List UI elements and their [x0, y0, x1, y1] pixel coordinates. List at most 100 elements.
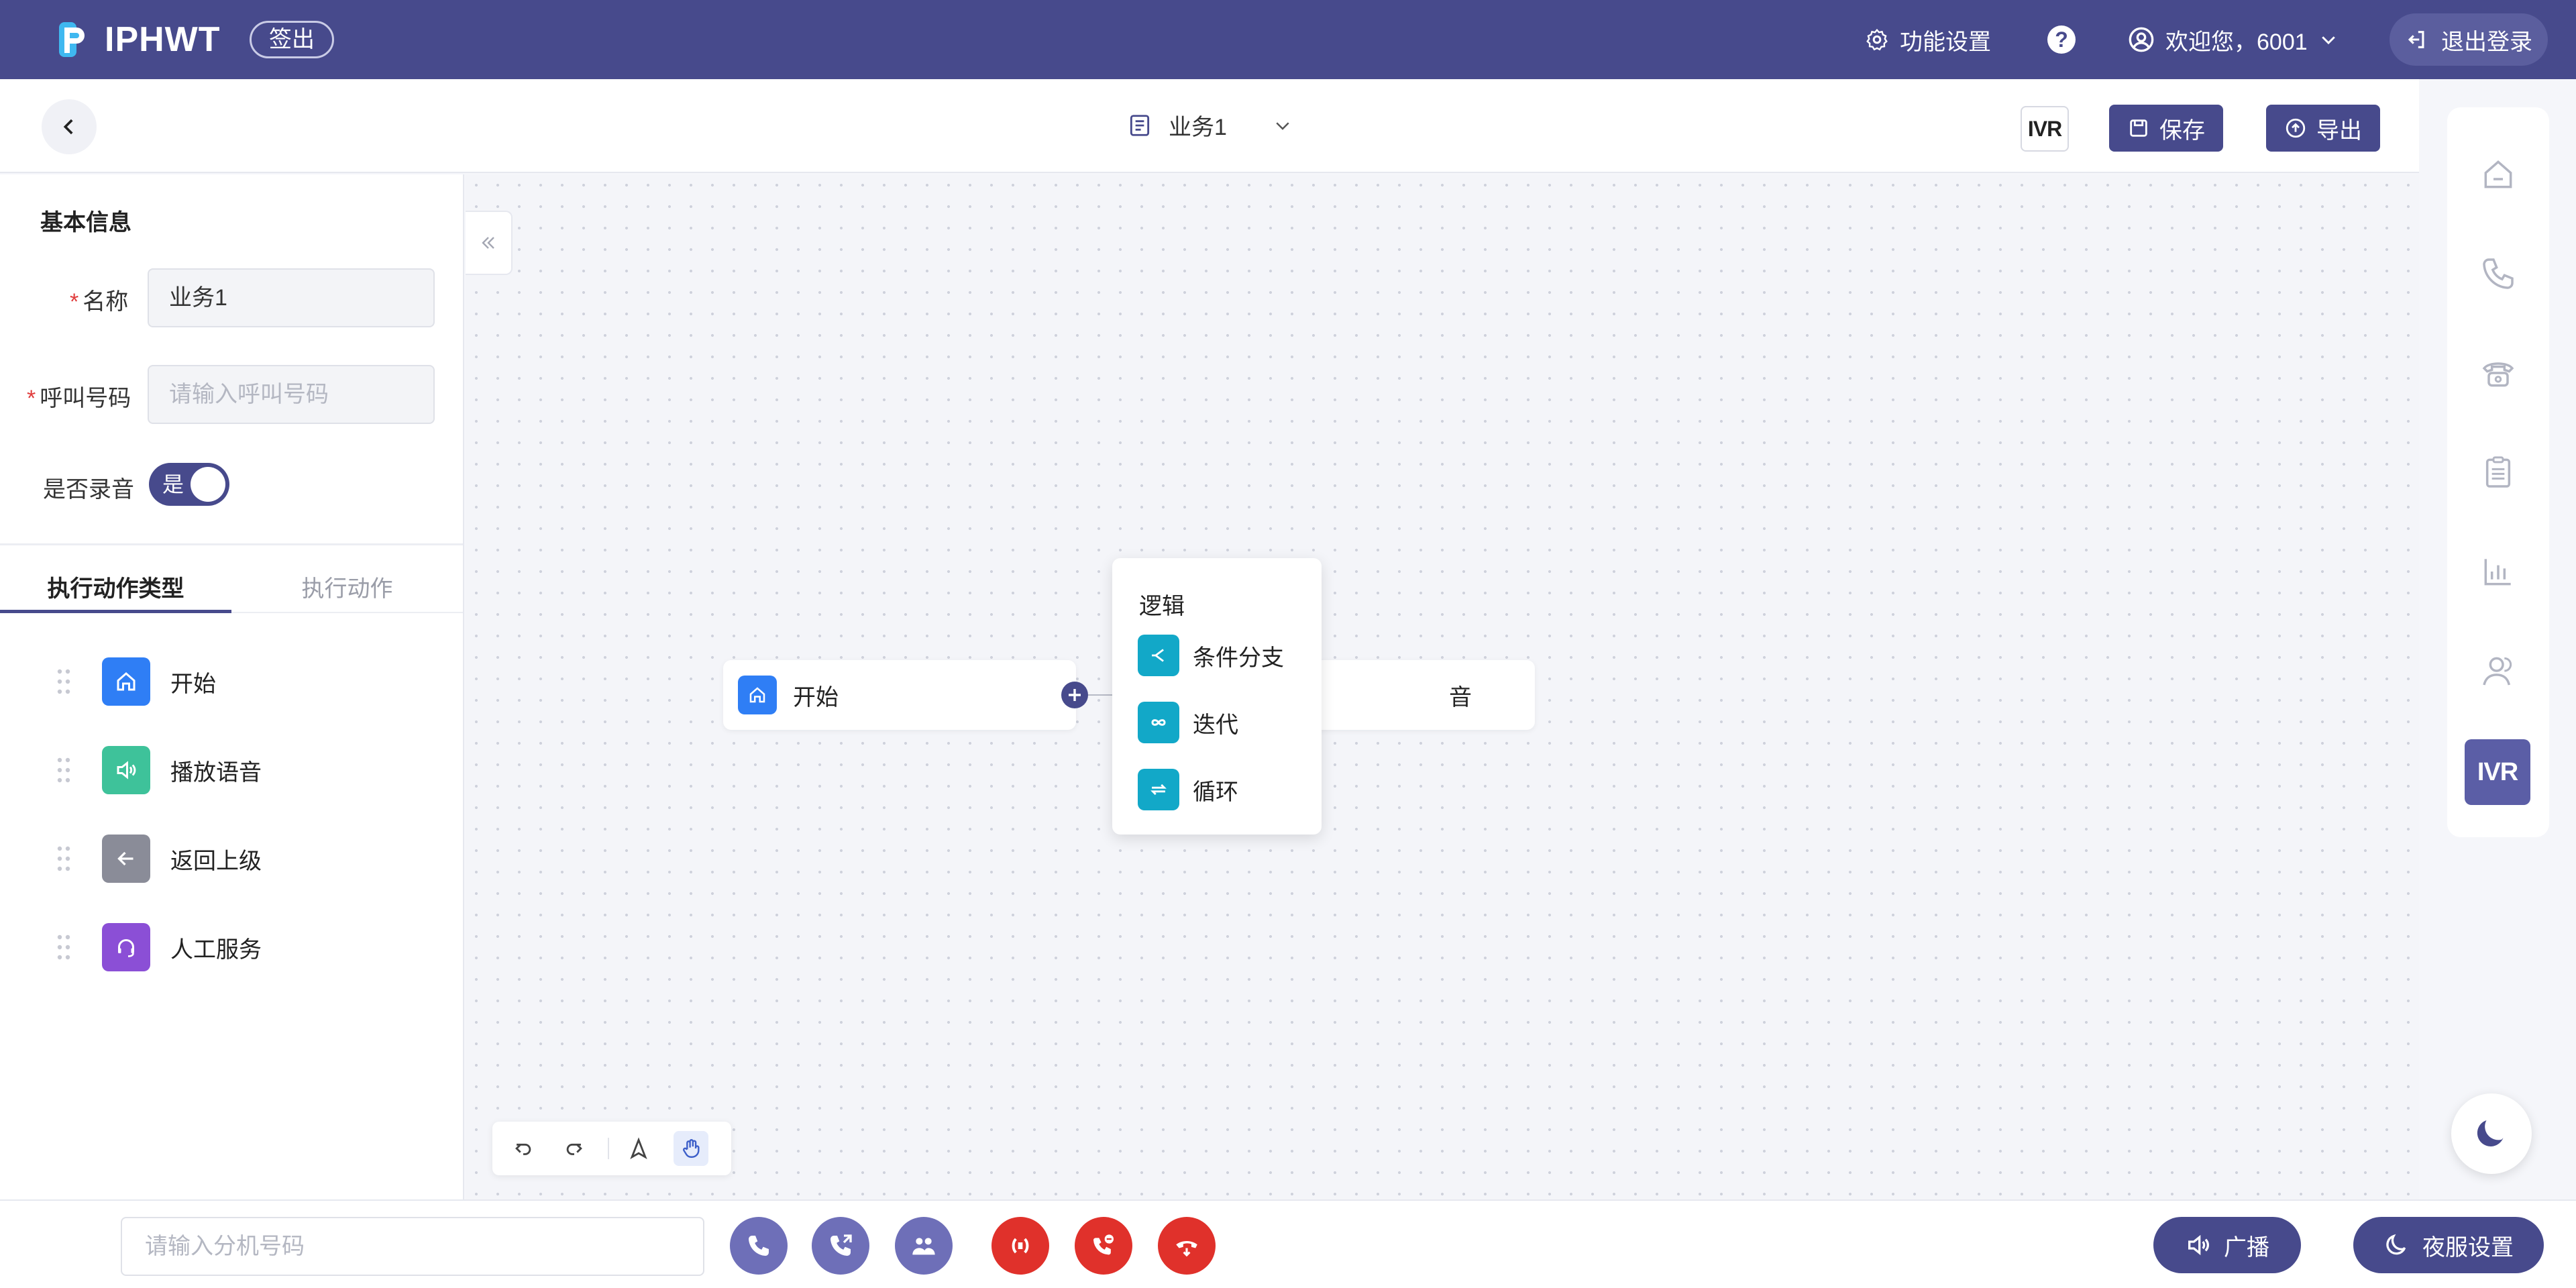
logout-label: 退出登录: [2441, 29, 2532, 55]
name-field[interactable]: 业务1: [148, 268, 435, 327]
hand-icon: [683, 1139, 700, 1158]
back-button[interactable]: [42, 99, 97, 154]
drag-handle-icon[interactable]: [56, 668, 71, 695]
export-button[interactable]: 导出: [2266, 105, 2380, 152]
clipboard-icon: [2485, 456, 2511, 488]
action-label: 开始: [170, 671, 216, 697]
popover-item-label: 条件分支: [1193, 645, 1284, 671]
record-toggle[interactable]: 是: [149, 463, 229, 506]
rail-reports-button[interactable]: [2475, 549, 2521, 594]
home-icon: [738, 676, 777, 714]
rail-home-button[interactable]: [2475, 152, 2521, 197]
node-label: 开始: [793, 684, 839, 710]
popover-item-branch[interactable]: 条件分支: [1138, 635, 1284, 676]
phone-icon: [749, 1236, 769, 1256]
speaker-icon: [2188, 1234, 2209, 1256]
hangup-button[interactable]: [1158, 1217, 1216, 1275]
rail-records-button[interactable]: [2475, 449, 2521, 495]
extension-input[interactable]: 请输入分机号码: [121, 1217, 704, 1276]
add-node-button[interactable]: [1061, 682, 1088, 708]
rail-users-button[interactable]: [2475, 648, 2521, 694]
tab-actions[interactable]: 执行动作: [231, 572, 463, 613]
flow-node-start[interactable]: 开始: [723, 660, 1076, 730]
speaker-icon: [102, 746, 150, 794]
tab-action-types[interactable]: 执行动作类型: [0, 572, 231, 613]
business-selector[interactable]: 业务1: [1127, 109, 1293, 142]
undo-button[interactable]: [506, 1131, 541, 1166]
hold-button[interactable]: [991, 1217, 1049, 1275]
number-label-text: 呼叫号码: [40, 386, 131, 411]
theme-toggle-button[interactable]: [2451, 1093, 2532, 1174]
pointer-icon: [630, 1137, 647, 1159]
group-icon: [912, 1238, 935, 1255]
night-service-button[interactable]: 夜服设置: [2353, 1217, 2544, 1273]
rail-desk-phone-button[interactable]: [2475, 350, 2521, 396]
redo-icon: [566, 1143, 582, 1155]
broadcast-button[interactable]: 广播: [2153, 1217, 2301, 1273]
action-item-play-voice[interactable]: 播放语音: [56, 745, 262, 796]
phone-icon: [2483, 258, 2514, 289]
upload-icon: [2286, 118, 2306, 138]
signout-button[interactable]: 签出: [250, 21, 334, 58]
chevron-down-icon: [2321, 36, 2335, 45]
action-label: 人工服务: [170, 936, 262, 963]
double-chevron-left-icon: [482, 237, 494, 249]
hangup-icon: [1176, 1241, 1197, 1257]
conference-button[interactable]: [895, 1217, 953, 1275]
save-button[interactable]: 保存: [2109, 105, 2223, 152]
save-icon: [2130, 119, 2147, 137]
gear-icon: [1866, 28, 1888, 51]
pointer-tool-button[interactable]: [621, 1131, 656, 1166]
transfer-button[interactable]: [812, 1217, 869, 1275]
popover-item-iterate[interactable]: 迭代: [1138, 702, 1238, 743]
headset-icon: [102, 923, 150, 971]
toggle-knob: [191, 467, 225, 502]
popover-item-label: 循环: [1193, 779, 1238, 805]
required-marker: *: [70, 289, 79, 315]
dial-button[interactable]: [730, 1217, 788, 1275]
export-label: 导出: [2316, 117, 2362, 144]
help-icon: ?: [2047, 25, 2076, 54]
undo-icon: [515, 1143, 531, 1155]
call-message-button[interactable]: [1075, 1217, 1132, 1275]
required-marker: *: [27, 386, 36, 411]
back-arrow-icon: [102, 835, 150, 883]
logout-button[interactable]: 退出登录: [2390, 13, 2548, 66]
rail-phone-button[interactable]: [2475, 251, 2521, 297]
settings-button[interactable]: 功能设置: [1865, 19, 1991, 60]
phone-transfer-icon: [830, 1234, 852, 1256]
drag-handle-icon[interactable]: [56, 934, 71, 961]
plus-icon: [1069, 689, 1081, 701]
collapse-panel-button[interactable]: [466, 211, 513, 275]
bottom-call-bar: 请输入分机号码 广播 夜服设置: [0, 1199, 2576, 1288]
popover-item-loop[interactable]: 循环: [1138, 769, 1238, 810]
user-circle-icon: [2129, 27, 2154, 52]
hand-tool-button[interactable]: [674, 1131, 708, 1166]
flow-canvas[interactable]: 音 开始 逻辑 条件分支 迭代 循环: [466, 174, 2419, 1199]
document-list-icon: [1130, 114, 1150, 136]
night-service-label: 夜服设置: [2422, 1234, 2514, 1260]
action-item-agent[interactable]: 人工服务: [56, 922, 262, 973]
action-item-return[interactable]: 返回上级: [56, 833, 262, 884]
save-label: 保存: [2159, 117, 2205, 144]
drag-handle-icon[interactable]: [56, 845, 71, 872]
rail-ivr-button[interactable]: IVR: [2465, 739, 2530, 805]
redo-button[interactable]: [557, 1131, 592, 1166]
toolbar-divider: [608, 1138, 609, 1159]
help-button[interactable]: ?: [2047, 19, 2076, 60]
action-label: 播放语音: [170, 759, 262, 786]
user-icon: [2483, 657, 2512, 686]
popover-item-label: 迭代: [1193, 712, 1238, 738]
welcome-label: 欢迎您，6001: [2165, 29, 2308, 55]
ivr-button[interactable]: IVR: [2021, 106, 2069, 152]
drag-handle-icon[interactable]: [56, 757, 71, 784]
home-icon: [102, 657, 150, 706]
action-item-start[interactable]: 开始: [56, 656, 216, 707]
phone-message-icon: [1093, 1234, 1114, 1255]
action-label: 返回上级: [170, 848, 262, 874]
call-number-field[interactable]: 请输入呼叫号码: [148, 365, 435, 424]
section-title: 基本信息: [40, 210, 131, 235]
user-menu[interactable]: 欢迎您，6001: [2128, 19, 2339, 60]
right-nav-rail: IVR: [2447, 107, 2549, 837]
phone-hold-icon: [1012, 1238, 1029, 1254]
